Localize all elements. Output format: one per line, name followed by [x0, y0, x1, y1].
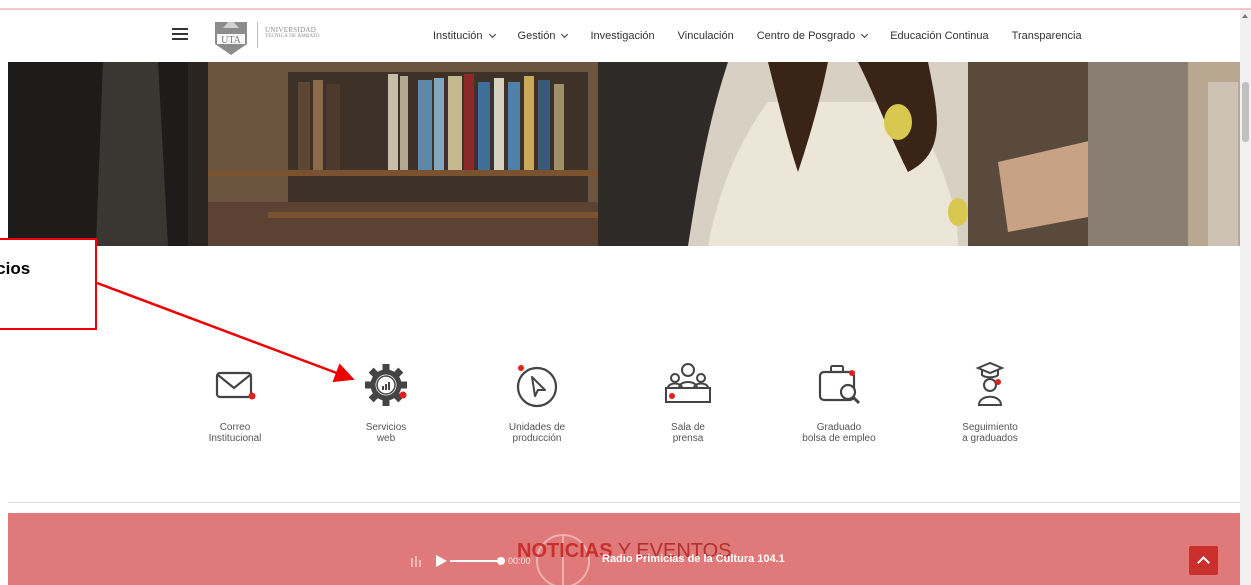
page: UTA UNIVERSIDAD TÉCNICA DE AMBATO Instit…	[0, 0, 1251, 585]
service-correo-institucional[interactable]: Correo Institucional	[170, 360, 300, 444]
service-label: Servicios web	[365, 422, 407, 444]
envelope-icon	[215, 371, 256, 400]
nav-label: Institución	[433, 30, 483, 42]
nav-item-gestion[interactable]: Gestión	[517, 30, 569, 42]
nav-item-institucion[interactable]: Institución	[433, 30, 496, 42]
nav-item-posgrado[interactable]: Centro de Posgrado	[756, 30, 869, 42]
news-events-bar: 00:00 NOTICIAS Y EVENTOS Radio Primicias…	[8, 513, 1240, 585]
nav-item-vinculacion[interactable]: Vinculación	[678, 30, 734, 42]
page-scrollbar[interactable]	[1240, 10, 1251, 585]
chevron-down-icon	[561, 30, 569, 39]
top-border	[0, 8, 1251, 10]
nav-label: Vinculación	[677, 30, 734, 42]
chevron-down-icon	[861, 30, 869, 39]
logo-text-line1: UNIVERSIDAD	[265, 26, 317, 34]
nav-item-investigacion[interactable]: Investigación	[590, 30, 654, 42]
service-label: Correo Institucional	[208, 422, 262, 444]
nav-label: Educación Continua	[890, 30, 989, 42]
equalizer-icon[interactable]	[410, 555, 422, 567]
news-title-bold: NOTICIAS	[517, 540, 613, 562]
nav-label: Gestión	[517, 30, 556, 42]
cursor-play-icon	[516, 365, 558, 408]
service-label: Sala de prensa	[671, 422, 705, 444]
hero-photo-illustration	[8, 62, 1240, 246]
university-logo[interactable]: UTA UNIVERSIDAD TÉCNICA DE AMBATO	[213, 14, 343, 56]
annotation-callout: vicios b	[0, 238, 97, 330]
svg-text:UTA: UTA	[221, 35, 242, 46]
hero-banner-image	[8, 62, 1240, 246]
nav-label: Transparencia	[1011, 30, 1082, 42]
radio-station-name: Radio Primicias de la Cultura 104.1	[602, 553, 785, 565]
nav-label: Centro de Posgrado	[756, 30, 856, 42]
logo-separator	[257, 22, 258, 48]
scroll-thumb[interactable]	[1242, 82, 1249, 142]
radio-player: 00:00	[410, 551, 531, 571]
service-label: Seguimiento a graduados	[962, 422, 1018, 444]
callout-text: vicios b	[0, 259, 31, 278]
service-unidades-produccion[interactable]: Unidades de producción	[472, 360, 602, 444]
press-room-icon	[665, 363, 711, 403]
gear-chart-icon	[365, 364, 407, 406]
main-nav: Institución Gestión Investigación Vincul…	[433, 30, 1105, 42]
nav-label: Investigación	[590, 30, 655, 42]
service-servicios-web[interactable]: Servicios web	[321, 360, 451, 444]
back-to-top-button[interactable]	[1189, 546, 1218, 575]
nav-item-educacion-continua[interactable]: Educación Continua	[890, 30, 988, 42]
shield-logo-icon: UTA	[215, 19, 247, 55]
play-icon[interactable]	[434, 554, 448, 568]
logo-text-line2: TÉCNICA DE AMBATO	[265, 34, 320, 39]
slider-handle[interactable]	[497, 557, 505, 565]
service-label: Unidades de producción	[508, 422, 566, 444]
service-seguimiento-graduados[interactable]: Seguimiento a graduados	[925, 360, 1055, 444]
scroll-up-arrow-icon[interactable]	[1242, 14, 1248, 18]
service-sala-prensa[interactable]: Sala de prensa	[623, 360, 753, 444]
hamburger-menu-icon[interactable]	[172, 28, 188, 42]
briefcase-search-icon	[818, 365, 861, 405]
nav-item-transparencia[interactable]: Transparencia	[1012, 30, 1082, 42]
services-row: Correo Institucional Servicios web Unida…	[170, 360, 1070, 470]
chevron-down-icon	[488, 30, 496, 39]
navbar: UTA UNIVERSIDAD TÉCNICA DE AMBATO Instit…	[8, 12, 1240, 62]
progress-slider[interactable]	[450, 557, 505, 565]
graduate-icon	[975, 361, 1005, 406]
service-bolsa-empleo[interactable]: Graduado bolsa de empleo	[774, 360, 904, 444]
service-label: Graduado bolsa de empleo	[802, 422, 876, 444]
section-divider	[8, 502, 1240, 503]
